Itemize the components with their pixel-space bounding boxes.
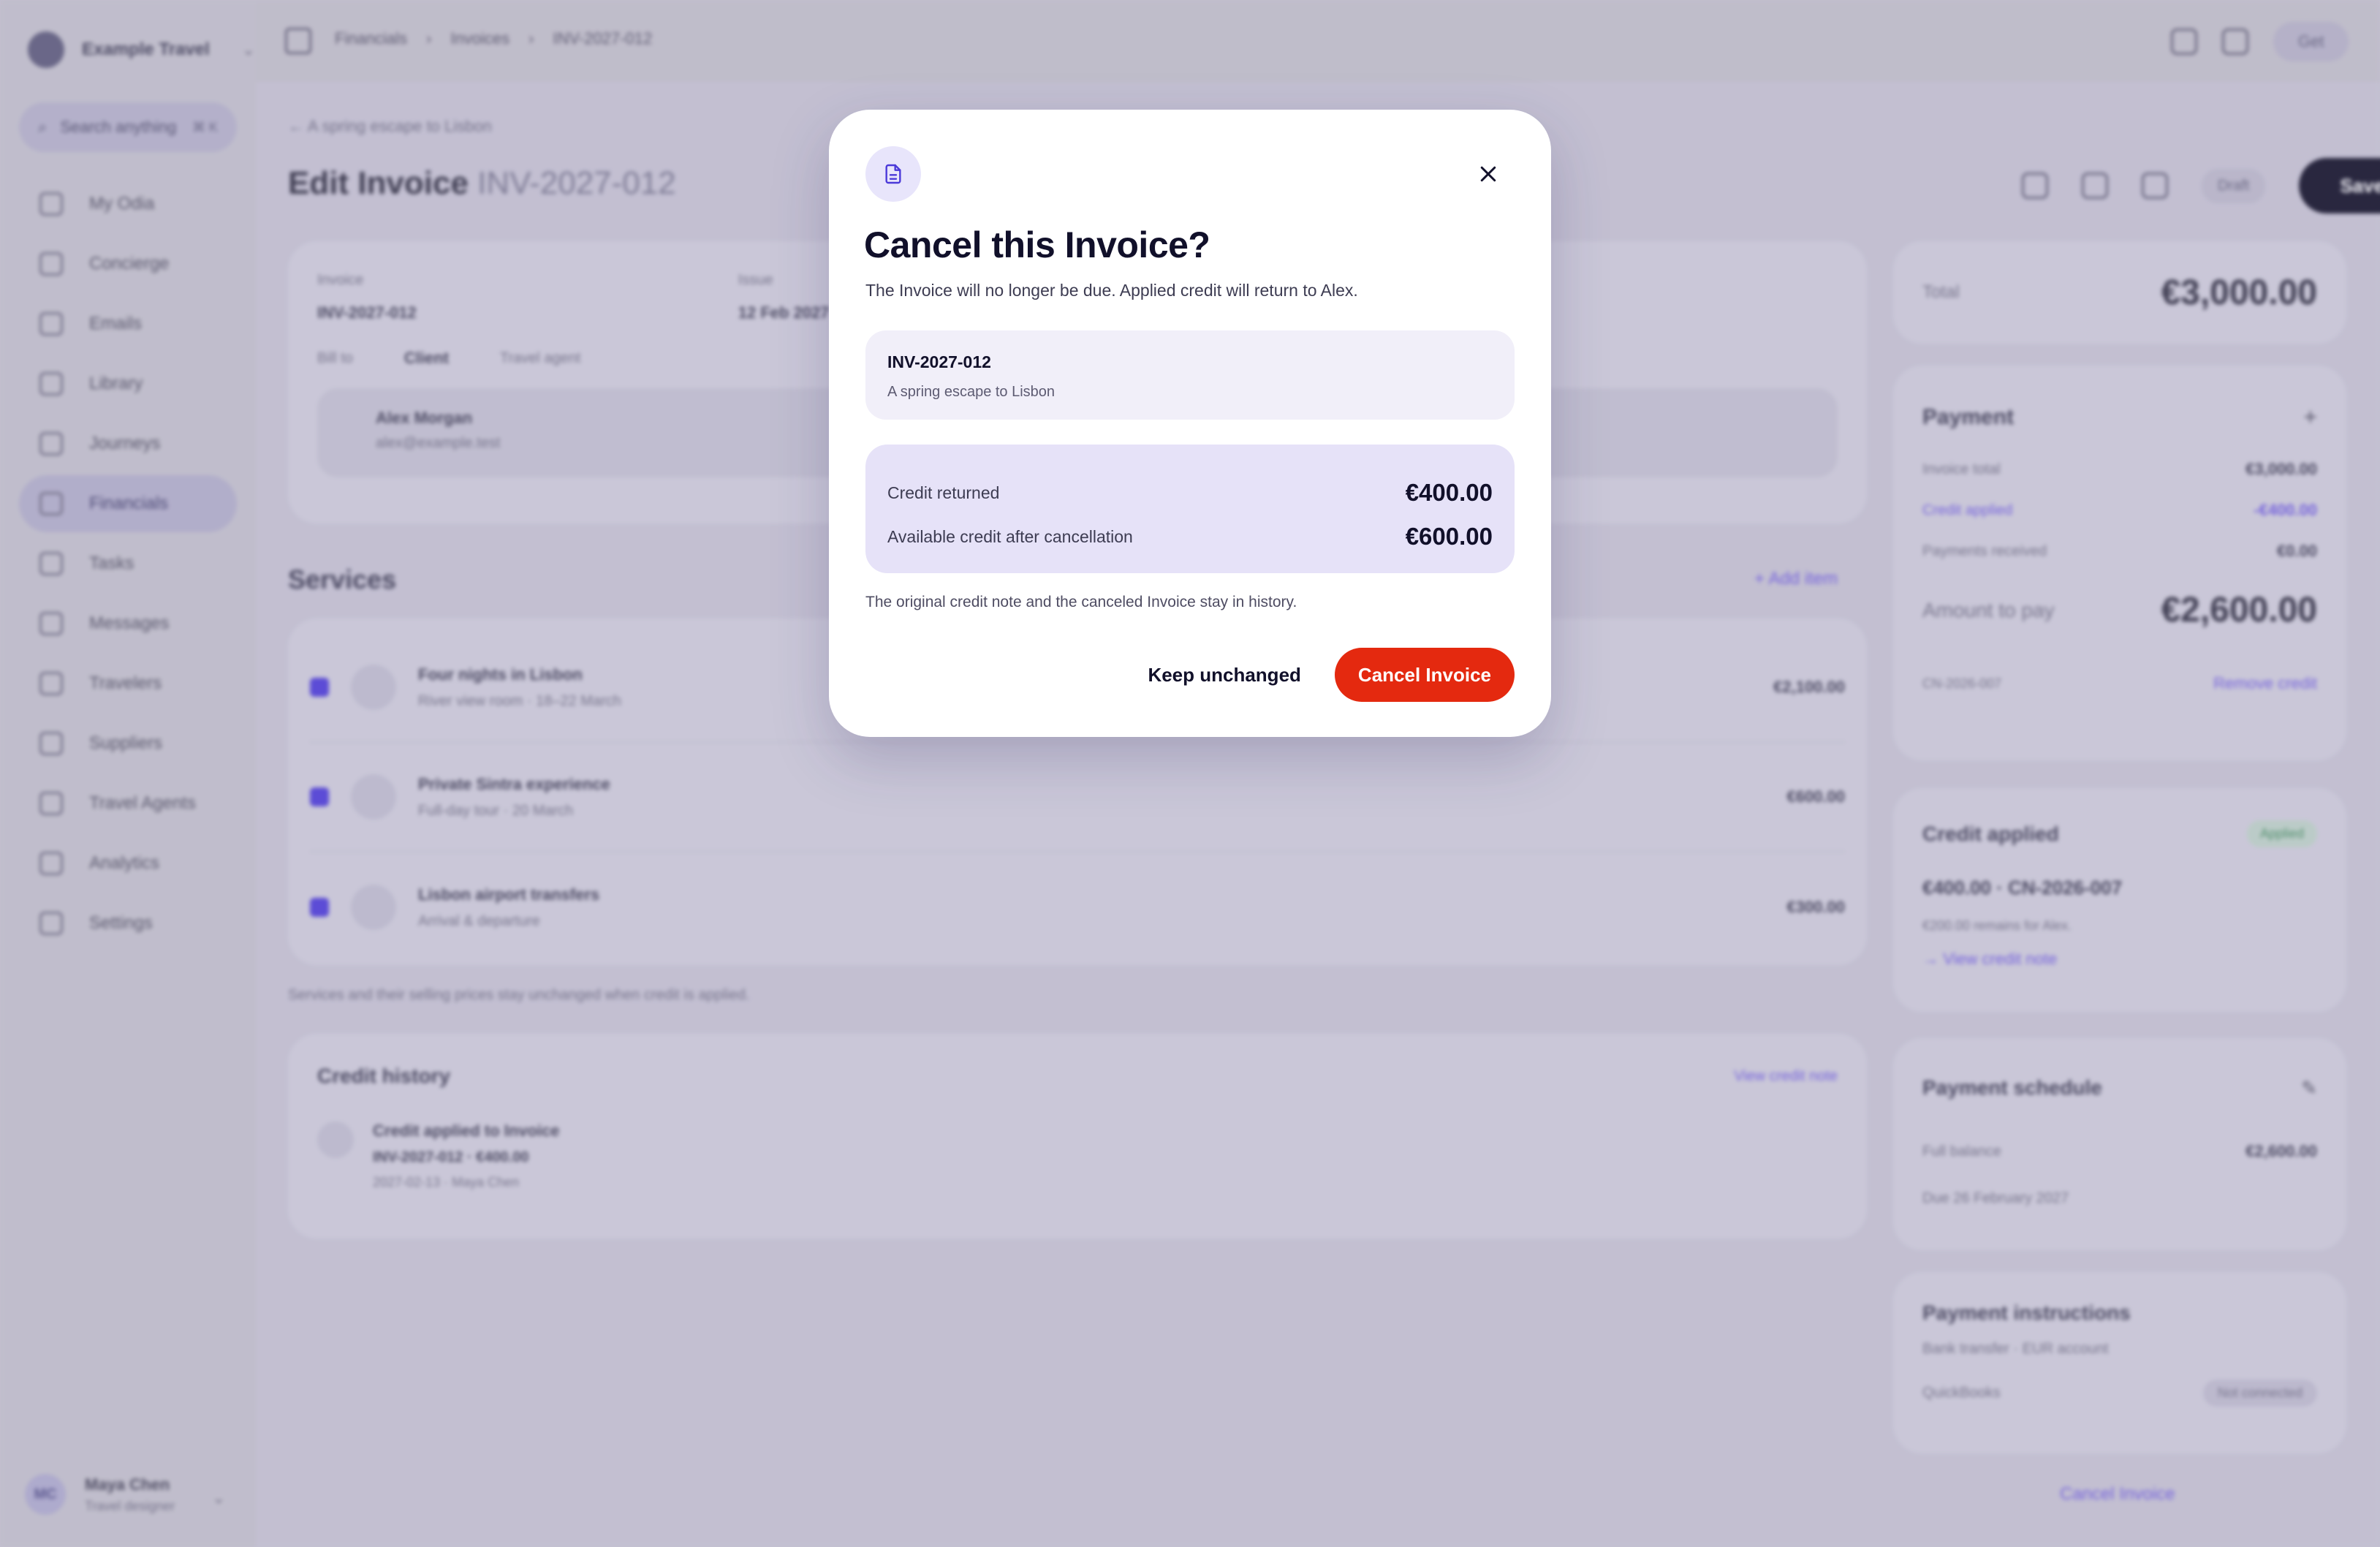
keep-unchanged-button[interactable]: Keep unchanged xyxy=(1148,664,1300,686)
dialog-note: The original credit note and the cancele… xyxy=(865,594,1297,610)
available-credit-value: €600.00 xyxy=(1405,523,1493,550)
cancel-invoice-dialog: Cancel this Invoice? The Invoice will no… xyxy=(829,110,1551,737)
cancel-invoice-button[interactable]: Cancel Invoice xyxy=(1334,648,1515,702)
dialog-subtitle: The Invoice will no longer be due. Appli… xyxy=(865,281,1358,300)
credit-returned-row: Credit returned €400.00 xyxy=(887,471,1493,515)
invoice-name: A spring escape to Lisbon xyxy=(887,384,1056,400)
available-credit-label: Available credit after cancellation xyxy=(887,526,1133,546)
document-icon xyxy=(865,146,921,202)
invoice-number: INV-2027-012 xyxy=(887,352,991,371)
invoice-reference-card: INV-2027-012 A spring escape to Lisbon xyxy=(865,330,1515,420)
close-button[interactable] xyxy=(1469,155,1507,193)
close-icon xyxy=(1480,166,1496,182)
credit-returned-value: €400.00 xyxy=(1405,479,1493,506)
dialog-actions: Keep unchanged Cancel Invoice xyxy=(829,648,1515,702)
credit-summary-card: Credit returned €400.00 Available credit… xyxy=(865,445,1515,573)
available-credit-row: Available credit after cancellation €600… xyxy=(887,515,1493,559)
dialog-title: Cancel this Invoice? xyxy=(864,224,1210,265)
credit-returned-label: Credit returned xyxy=(887,483,1000,502)
